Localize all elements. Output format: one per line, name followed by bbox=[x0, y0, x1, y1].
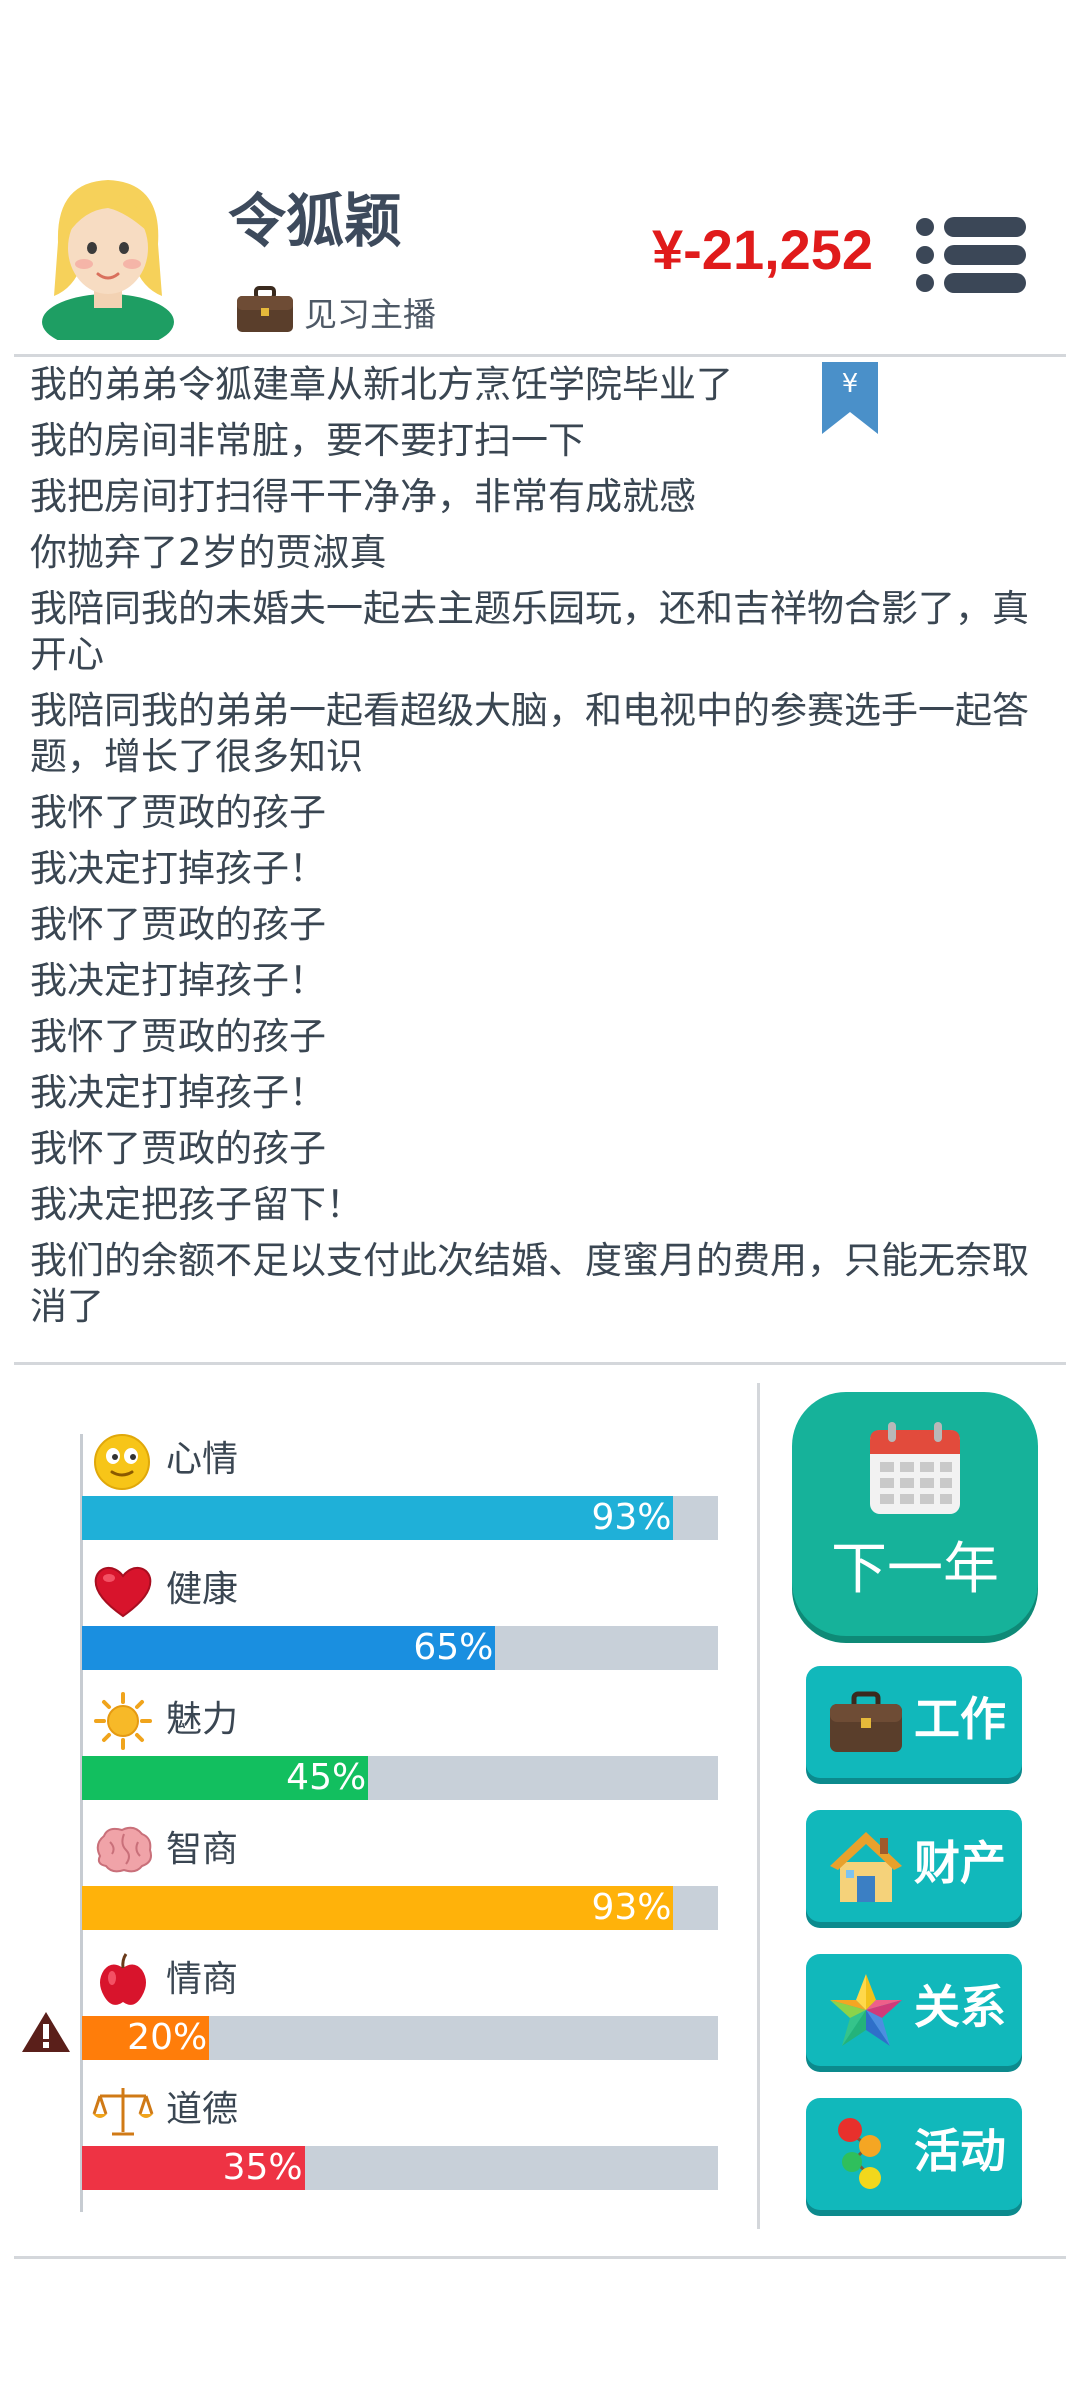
stat-morality: 道德 35% bbox=[82, 2082, 718, 2202]
event-entry: 我怀了贾政的孩子 bbox=[30, 903, 326, 946]
stat-fill: 65% bbox=[82, 1626, 496, 1670]
balloons-icon bbox=[828, 2116, 904, 2192]
event-entry: 我的房间非常脏，要不要打扫一下 bbox=[30, 419, 585, 462]
stat-track: 93% bbox=[82, 1886, 718, 1930]
stat-label: 魅力 bbox=[166, 1699, 239, 1740]
money-balance: ¥-21,252 bbox=[652, 218, 874, 281]
stat-label: 心情 bbox=[166, 1439, 239, 1480]
stat-track: 65% bbox=[82, 1626, 718, 1670]
event-entry: 我把房间打扫得干干净净，非常有成就感 bbox=[30, 475, 696, 518]
stat-value: 93% bbox=[591, 1497, 672, 1538]
stat-fill: 45% bbox=[82, 1756, 369, 1800]
event-entry: 你抛弃了2岁的贾淑真 bbox=[30, 531, 387, 574]
stat-label: 智商 bbox=[166, 1829, 239, 1870]
money-bookmark-icon[interactable]: ¥ bbox=[822, 362, 878, 434]
stat-track: 35% bbox=[82, 2146, 718, 2190]
briefcase-icon bbox=[236, 286, 294, 334]
warning-icon[interactable] bbox=[20, 2010, 72, 2054]
stat-fill: 20% bbox=[82, 2016, 210, 2060]
brain-icon bbox=[92, 1822, 154, 1880]
work-button[interactable]: 工作 bbox=[806, 1666, 1022, 1778]
event-entry: 我决定打掉孩子！ bbox=[30, 1071, 326, 1114]
stat-label: 道德 bbox=[166, 2089, 239, 2130]
menu-bar bbox=[944, 245, 1026, 265]
player-avatar[interactable] bbox=[38, 172, 178, 340]
stat-value: 93% bbox=[591, 1887, 672, 1928]
stat-eq: 情商 20% bbox=[82, 1952, 718, 2072]
next-year-button[interactable]: 下一年 bbox=[792, 1392, 1038, 1636]
activities-label: 活动 bbox=[914, 2124, 1006, 2178]
calendar-icon bbox=[868, 1420, 962, 1516]
menu-button[interactable] bbox=[916, 212, 1028, 296]
relations-button[interactable]: 关系 bbox=[806, 1954, 1022, 2066]
menu-dot bbox=[916, 218, 934, 236]
relations-label: 关系 bbox=[914, 1980, 1006, 2034]
stat-fill: 93% bbox=[82, 1886, 674, 1930]
event-entry: 我们的余额不足以支付此次结婚、度蜜月的费用，只能无奈取消了 bbox=[30, 1239, 1029, 1328]
star-icon bbox=[828, 1972, 904, 2048]
event-entry: 我怀了贾政的孩子 bbox=[30, 1015, 326, 1058]
property-label: 财产 bbox=[914, 1836, 1006, 1890]
event-entry: 我决定把孩子留下！ bbox=[30, 1183, 363, 1226]
stat-fill: 93% bbox=[82, 1496, 674, 1540]
smiley-icon bbox=[92, 1432, 154, 1490]
menu-bar bbox=[944, 273, 1026, 293]
stat-label: 健康 bbox=[166, 1569, 239, 1610]
work-label: 工作 bbox=[914, 1692, 1006, 1746]
panel-separator bbox=[757, 1383, 760, 2229]
svg-text:¥: ¥ bbox=[842, 369, 859, 399]
event-entry: 我陪同我的未婚夫一起去主题乐园玩，还和吉祥物合影了，真开心 bbox=[30, 587, 1029, 676]
stat-value: 35% bbox=[222, 2147, 303, 2188]
heart-icon bbox=[92, 1562, 154, 1620]
stat-mood: 心情 93% bbox=[82, 1432, 718, 1552]
event-entry: 我陪同我的弟弟一起看超级大脑，和电视中的参赛选手一起答题，增长了很多知识 bbox=[30, 689, 1029, 778]
stat-track: 45% bbox=[82, 1756, 718, 1800]
menu-dot bbox=[916, 246, 934, 264]
event-entry: 我怀了贾政的孩子 bbox=[30, 791, 326, 834]
stat-value: 65% bbox=[413, 1627, 494, 1668]
menu-dot bbox=[916, 274, 934, 292]
event-entry: 我的弟弟令狐建章从新北方烹饪学院毕业了 bbox=[30, 363, 733, 406]
event-entry: 我决定打掉孩子！ bbox=[30, 959, 326, 1002]
activities-button[interactable]: 活动 bbox=[806, 2098, 1022, 2210]
log-divider bbox=[14, 1362, 1066, 1365]
stat-value: 20% bbox=[127, 2017, 208, 2058]
stat-track: 93% bbox=[82, 1496, 718, 1540]
footer-divider bbox=[14, 2256, 1066, 2259]
stat-fill: 35% bbox=[82, 2146, 305, 2190]
briefcase-icon bbox=[828, 1684, 904, 1760]
stat-label: 情商 bbox=[166, 1959, 239, 2000]
stat-iq: 智商 93% bbox=[82, 1822, 718, 1942]
sun-icon bbox=[92, 1692, 154, 1750]
scales-icon bbox=[92, 2082, 154, 2140]
header-divider bbox=[14, 354, 1066, 357]
player-name: 令狐颖 bbox=[228, 187, 403, 255]
stat-track: 20% bbox=[82, 2016, 718, 2060]
apple-icon bbox=[92, 1952, 154, 2010]
next-year-label: 下一年 bbox=[831, 1537, 999, 1602]
event-entry: 我怀了贾政的孩子 bbox=[30, 1127, 326, 1170]
event-entry: 我决定打掉孩子！ bbox=[30, 847, 326, 890]
event-log[interactable]: 我的弟弟令狐建章从新北方烹饪学院毕业了 我的房间非常脏，要不要打扫一下 我把房间… bbox=[30, 362, 1040, 1340]
stat-value: 45% bbox=[286, 1757, 367, 1798]
property-button[interactable]: 财产 bbox=[806, 1810, 1022, 1922]
job-title: 见习主播 bbox=[304, 295, 436, 334]
house-icon bbox=[828, 1828, 904, 1904]
stat-health: 健康 65% bbox=[82, 1562, 718, 1682]
menu-bar bbox=[944, 217, 1026, 237]
stat-charm: 魅力 45% bbox=[82, 1692, 718, 1812]
